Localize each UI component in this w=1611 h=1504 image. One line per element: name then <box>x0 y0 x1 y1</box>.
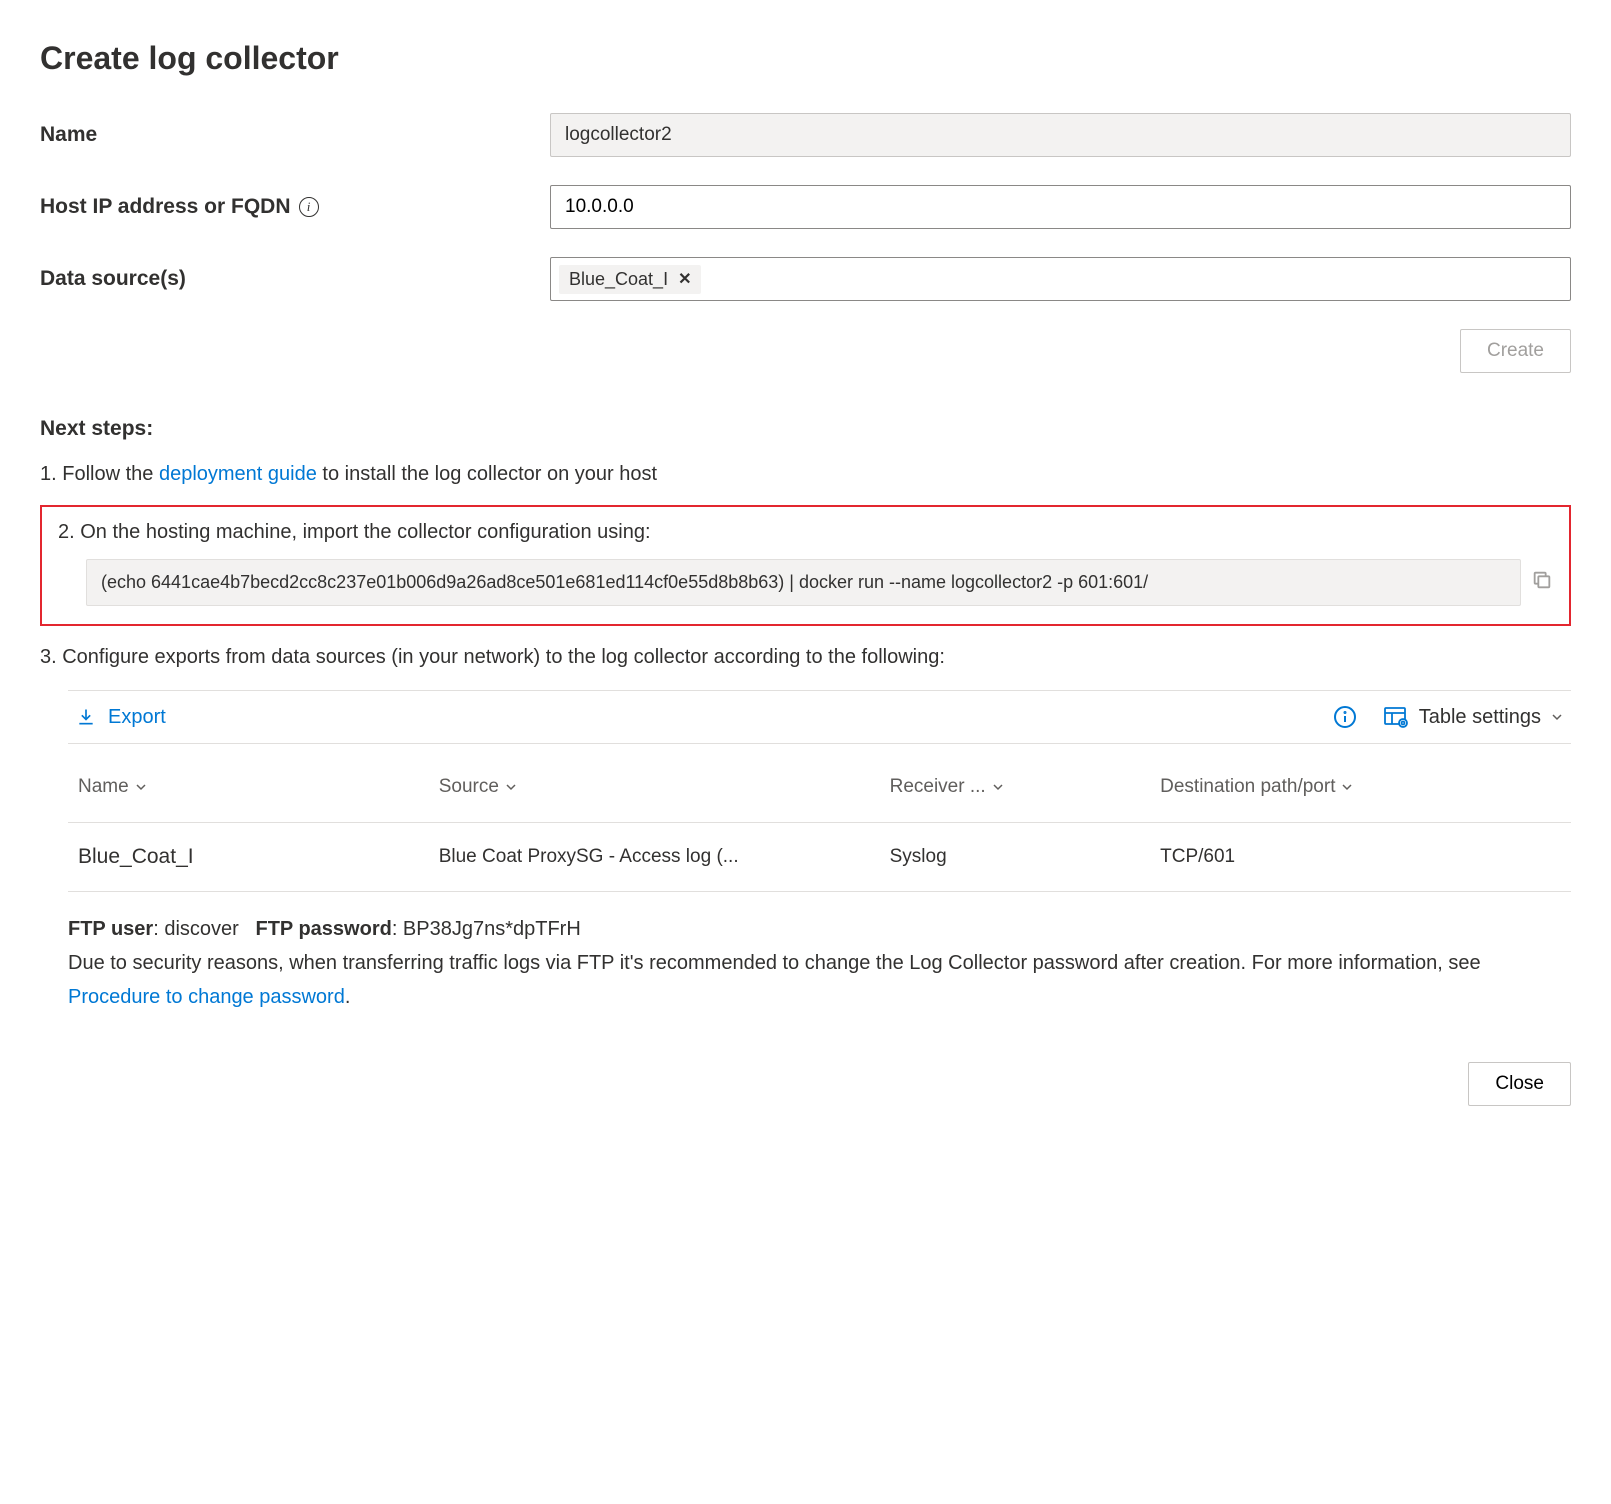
table-settings-label: Table settings <box>1419 706 1541 729</box>
close-icon[interactable]: ✕ <box>678 269 691 289</box>
cell-dest: TCP/601 <box>1150 823 1571 892</box>
source-tag-label: Blue_Coat_I <box>569 269 668 290</box>
col-name-label: Name <box>78 776 129 798</box>
ftp-note-suffix: . <box>345 986 351 1008</box>
ftp-user-label: FTP user <box>68 918 153 940</box>
page-title: Create log collector <box>40 40 1571 77</box>
table-settings-button[interactable]: Table settings <box>1383 705 1563 729</box>
chevron-down-icon <box>1341 781 1353 793</box>
chevron-down-icon <box>135 781 147 793</box>
info-button[interactable] <box>1333 705 1357 729</box>
col-dest-header[interactable]: Destination path/port <box>1160 776 1353 798</box>
command-box[interactable]: (echo 6441cae4b7becd2cc8c237e01b006d9a26… <box>86 559 1521 606</box>
change-password-link[interactable]: Procedure to change password <box>68 986 345 1008</box>
host-field-row: Host IP address or FQDN i <box>40 185 1571 229</box>
next-steps-heading: Next steps: <box>40 417 1571 441</box>
table-toolbar: Export Table settin <box>68 690 1571 744</box>
ftp-user-value: : discover <box>153 918 239 940</box>
step-2-highlight: 2. On the hosting machine, import the co… <box>40 505 1571 626</box>
col-source-header[interactable]: Source <box>439 776 517 798</box>
step-3: 3. Configure exports from data sources (… <box>40 642 1571 672</box>
export-button[interactable]: Export <box>76 706 166 729</box>
close-button[interactable]: Close <box>1468 1062 1571 1106</box>
step-2: 2. On the hosting machine, import the co… <box>58 517 1553 547</box>
table-settings-icon <box>1383 705 1409 729</box>
ftp-info: FTP user: discover FTP password: BP38Jg7… <box>68 912 1571 1014</box>
create-button[interactable]: Create <box>1460 329 1571 373</box>
step-1-suffix: to install the log collector on your hos… <box>317 463 657 485</box>
host-label: Host IP address or FQDN i <box>40 195 550 219</box>
sources-label: Data source(s) <box>40 267 550 291</box>
source-tag: Blue_Coat_I ✕ <box>559 265 701 294</box>
col-receiver-header[interactable]: Receiver ... <box>890 776 1004 798</box>
name-label: Name <box>40 123 550 147</box>
host-input[interactable] <box>550 185 1571 229</box>
step-1-prefix: 1. Follow the <box>40 463 159 485</box>
cell-source: Blue Coat ProxySG - Access log (... <box>429 823 880 892</box>
chevron-down-icon <box>505 781 517 793</box>
col-source-label: Source <box>439 776 499 798</box>
col-dest-label: Destination path/port <box>1160 776 1335 798</box>
step-1: 1. Follow the deployment guide to instal… <box>40 459 1571 489</box>
ftp-note-text: Due to security reasons, when transferri… <box>68 952 1481 974</box>
deployment-guide-link[interactable]: deployment guide <box>159 463 317 485</box>
download-icon <box>76 707 96 727</box>
ftp-password-label: FTP password <box>255 918 391 940</box>
col-name-header[interactable]: Name <box>78 776 147 798</box>
info-icon <box>1333 705 1357 729</box>
chevron-down-icon <box>992 781 1004 793</box>
name-field-row: Name <box>40 113 1571 157</box>
ftp-password-value: : BP38Jg7ns*dpTFrH <box>392 918 581 940</box>
name-input[interactable] <box>550 113 1571 157</box>
sources-table: Name Source Receiver ... <box>68 752 1571 892</box>
cell-receiver: Syslog <box>880 823 1151 892</box>
export-label: Export <box>108 706 166 729</box>
copy-icon[interactable] <box>1531 569 1553 597</box>
table-row[interactable]: Blue_Coat_I Blue Coat ProxySG - Access l… <box>68 823 1571 892</box>
sources-field-row: Data source(s) Blue_Coat_I ✕ <box>40 257 1571 301</box>
host-label-text: Host IP address or FQDN <box>40 195 291 219</box>
sources-input[interactable]: Blue_Coat_I ✕ <box>550 257 1571 301</box>
chevron-down-icon <box>1551 711 1563 723</box>
col-receiver-label: Receiver ... <box>890 776 986 798</box>
cell-name: Blue_Coat_I <box>68 823 429 892</box>
info-icon[interactable]: i <box>299 197 319 217</box>
